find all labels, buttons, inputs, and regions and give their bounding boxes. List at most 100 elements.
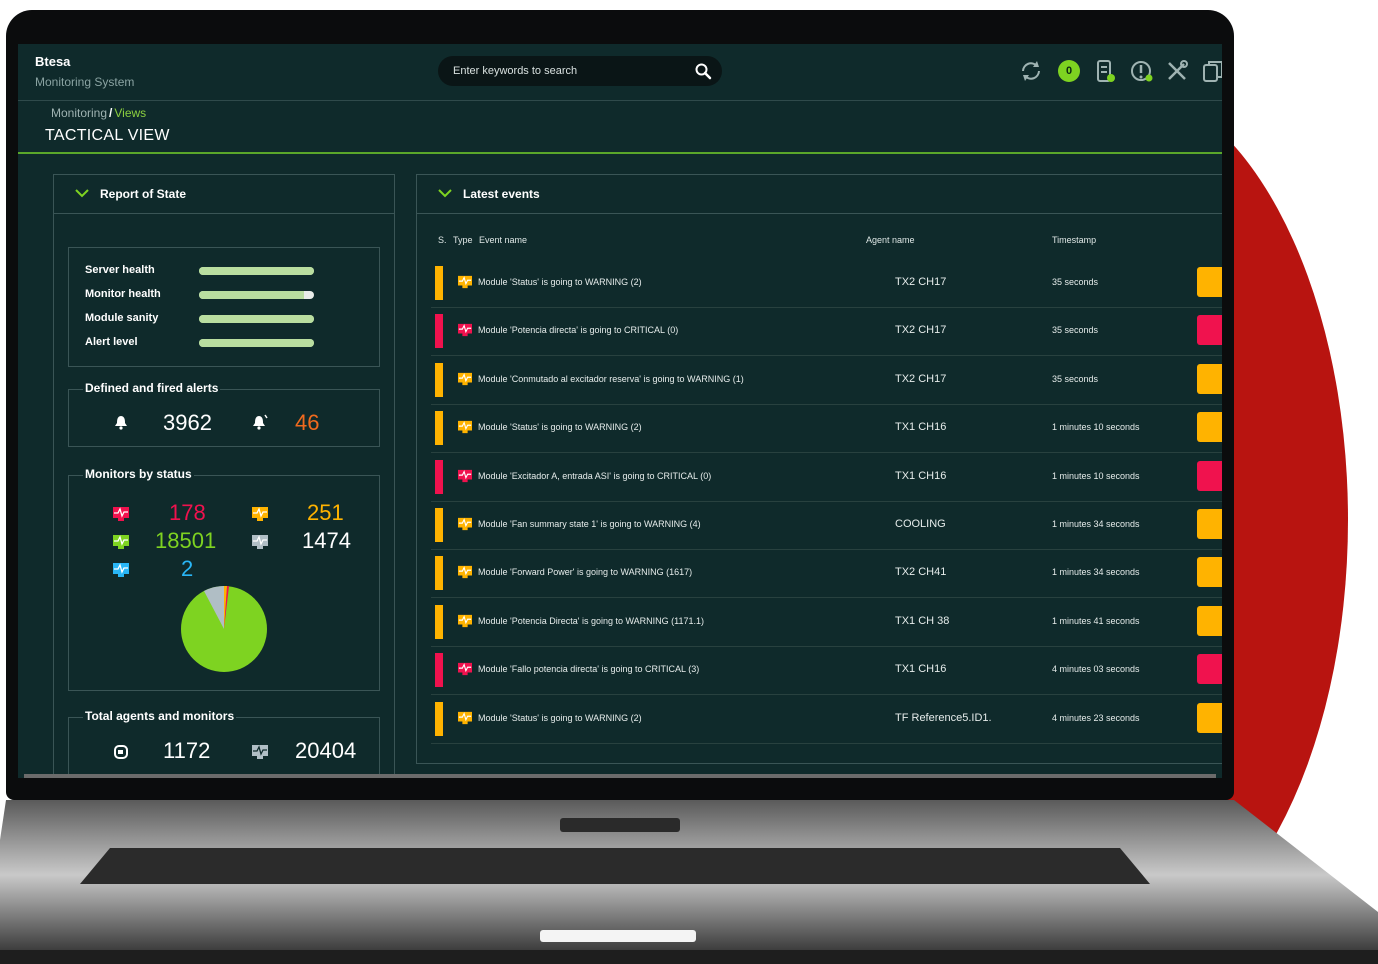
search-icon[interactable]: [694, 62, 712, 80]
critical-module-icon: [458, 324, 472, 337]
total-monitors-count: 20404: [295, 738, 357, 763]
breadcrumb-separator: /: [109, 106, 113, 120]
event-row[interactable]: Module 'Status' is going to WARNING (2) T…: [431, 259, 1222, 308]
event-row[interactable]: Module 'Potencia Directa' is going to WA…: [431, 598, 1222, 647]
status-stripe: [435, 701, 443, 736]
event-row[interactable]: Module 'Status' is going to WARNING (2) T…: [431, 404, 1222, 454]
health-label: Monitor health: [85, 288, 161, 300]
status-stripe: [435, 314, 443, 349]
severity-badge[interactable]: [1197, 315, 1222, 346]
agent-name[interactable]: TX1 CH 38: [895, 615, 1015, 627]
horizontal-scrollbar[interactable]: [24, 774, 1216, 778]
chevron-down-icon[interactable]: [437, 187, 453, 199]
ok-monitor-icon: [113, 535, 129, 549]
fired-alerts-count: 46: [295, 410, 320, 435]
copy-icon[interactable]: [1200, 58, 1222, 84]
report-panel-header[interactable]: Report of State: [54, 175, 394, 214]
event-timestamp: 35 seconds: [1052, 325, 1099, 336]
column-header-event-name[interactable]: Event name: [479, 235, 527, 245]
warning-monitor-icon: [252, 507, 268, 521]
agent-name[interactable]: COOLING: [895, 518, 1015, 530]
totals-title: Total agents and monitors: [83, 709, 237, 723]
warning-count: 251: [307, 500, 344, 525]
agent-name[interactable]: TF Reference5.ID1.: [895, 712, 1015, 724]
alerts-box: Defined and fired alerts 3962 46: [68, 381, 380, 447]
notifications-badge[interactable]: 0: [1058, 60, 1080, 82]
severity-badge[interactable]: [1197, 509, 1222, 539]
unknown-count: 1474: [302, 528, 351, 553]
event-name: Module 'Status' is going to WARNING (2): [478, 712, 642, 723]
bell-icon: [115, 416, 127, 430]
event-timestamp: 1 minutes 34 seconds: [1052, 567, 1140, 578]
events-panel-header[interactable]: Latest events: [417, 175, 1222, 214]
event-name: Module 'Fallo potencia directa' is going…: [478, 664, 700, 675]
event-row[interactable]: Module 'Fallo potencia directa' is going…: [431, 646, 1222, 696]
severity-badge[interactable]: [1197, 557, 1222, 588]
event-timestamp: 1 minutes 41 seconds: [1052, 615, 1140, 626]
agent-name[interactable]: TX2 CH17: [895, 276, 1015, 288]
event-row[interactable]: Module 'Forward Power' is going to WARNI…: [431, 549, 1222, 599]
agent-name[interactable]: TX2 CH17: [895, 373, 1015, 385]
critical-monitor-icon: [113, 507, 129, 521]
monitors-title: Monitors by status: [83, 467, 194, 481]
severity-badge[interactable]: [1197, 267, 1222, 297]
event-name: Module 'Conmutado al excitador reserva' …: [478, 373, 744, 384]
top-bar: Btesa Monitoring System Enter keywords t…: [18, 44, 1222, 101]
total-agents-count: 1172: [163, 738, 211, 763]
health-label: Alert level: [85, 336, 138, 348]
column-header-type[interactable]: Type: [453, 235, 473, 245]
event-row[interactable]: Module 'Potencia directa' is going to CR…: [431, 307, 1222, 357]
fired-bell-icon: [253, 414, 268, 430]
status-stripe: [435, 508, 443, 542]
severity-badge[interactable]: [1197, 412, 1222, 443]
status-stripe: [435, 653, 443, 688]
alert-icon[interactable]: [1128, 58, 1154, 84]
event-row[interactable]: Module 'Status' is going to WARNING (2) T…: [431, 695, 1222, 744]
agent-name[interactable]: TX1 CH16: [895, 421, 1015, 433]
status-stripe: [435, 362, 443, 397]
warning-module-icon: [458, 614, 472, 627]
event-row[interactable]: Module 'Conmutado al excitador reserva' …: [431, 356, 1222, 405]
agent-name[interactable]: TX1 CH16: [895, 663, 1015, 675]
header-divider: [18, 152, 1222, 154]
event-name: Module 'Potencia Directa' is going to WA…: [478, 615, 705, 626]
severity-badge[interactable]: [1197, 654, 1222, 685]
monitor-icon: [252, 745, 268, 759]
event-row[interactable]: Module 'Excitador A, entrada ASI' is goi…: [431, 453, 1222, 502]
agent-name[interactable]: TX1 CH16: [895, 470, 1015, 482]
chevron-down-icon[interactable]: [74, 187, 90, 199]
column-header-agent-name[interactable]: Agent name: [866, 235, 915, 245]
event-row[interactable]: Module 'Fan summary state 1' is going to…: [431, 501, 1222, 550]
column-header-status[interactable]: S.: [438, 235, 447, 245]
refresh-icon[interactable]: [1018, 58, 1044, 84]
event-timestamp: 35 seconds: [1052, 373, 1099, 384]
status-stripe: [435, 266, 443, 300]
agent-icon: [114, 745, 128, 759]
severity-badge[interactable]: [1197, 702, 1222, 733]
breadcrumb-current[interactable]: Views: [114, 106, 146, 120]
server-icon[interactable]: [1092, 58, 1118, 84]
breadcrumb: Monitoring / Views: [51, 106, 146, 120]
page-title: TACTICAL VIEW: [45, 127, 170, 144]
search-input[interactable]: Enter keywords to search: [453, 65, 577, 77]
severity-badge[interactable]: [1197, 605, 1222, 636]
event-name: Module 'Excitador A, entrada ASI' is goi…: [478, 470, 712, 481]
health-bar-fill: [199, 291, 304, 299]
column-header-timestamp[interactable]: Timestamp: [1052, 235, 1096, 245]
agent-name[interactable]: TX2 CH41: [895, 566, 1015, 578]
event-timestamp: 35 seconds: [1052, 277, 1099, 287]
laptop-model-label: [560, 818, 680, 832]
latest-events-panel: Latest events S. Type Event name Agent n…: [416, 174, 1222, 764]
severity-badge[interactable]: [1197, 460, 1222, 491]
event-timestamp: 1 minutes 10 seconds: [1052, 470, 1140, 481]
report-of-state-panel: Report of State Server health Monitor he…: [53, 174, 395, 778]
severity-badge[interactable]: [1197, 363, 1222, 394]
search-box[interactable]: Enter keywords to search: [438, 56, 722, 86]
event-name: Module 'Status' is going to WARNING (2): [478, 422, 642, 433]
tools-icon[interactable]: [1164, 58, 1190, 84]
health-box: Server health Monitor health Module sani…: [68, 247, 380, 367]
monitors-pie-chart: [181, 585, 267, 672]
breadcrumb-root[interactable]: Monitoring: [51, 106, 107, 120]
brand-name[interactable]: Btesa: [35, 54, 70, 69]
agent-name[interactable]: TX2 CH17: [895, 324, 1015, 336]
